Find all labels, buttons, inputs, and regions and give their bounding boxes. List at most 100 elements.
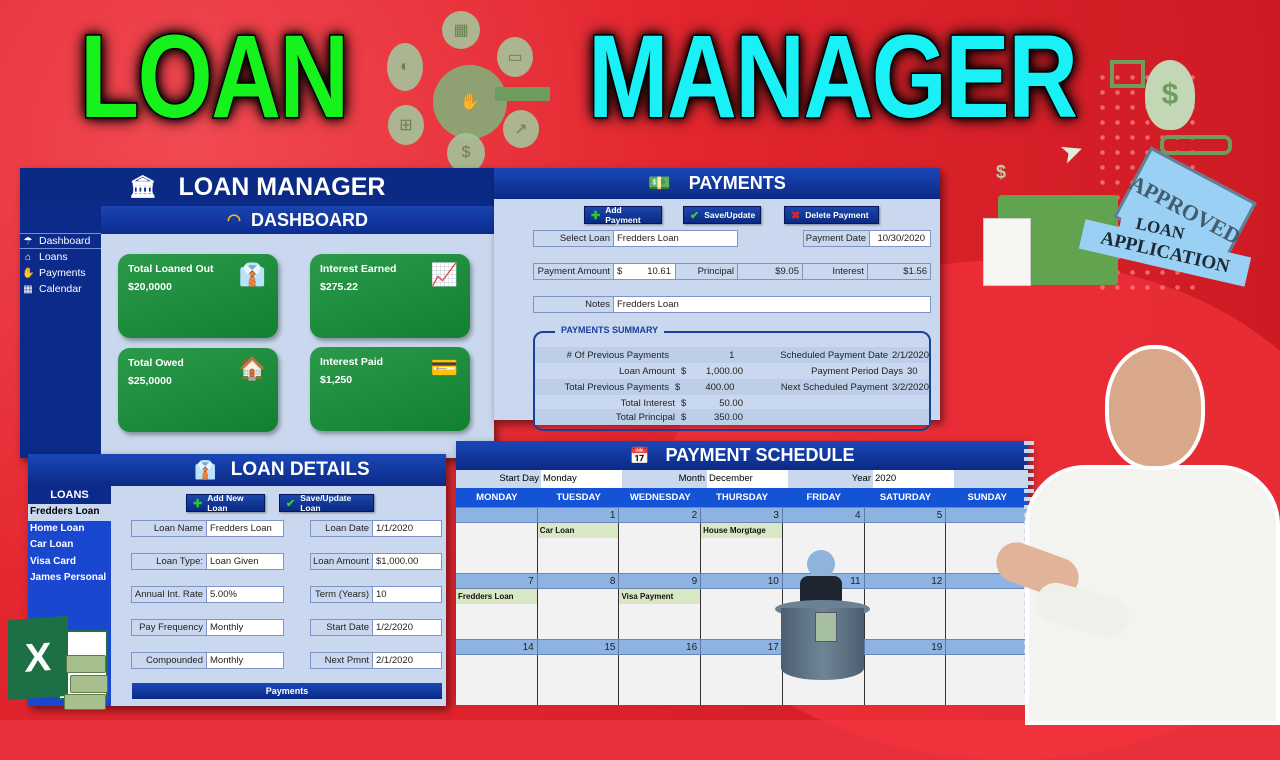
day-cell[interactable]	[864, 589, 947, 639]
loan-list-item[interactable]: James Personal	[28, 570, 111, 587]
field-value[interactable]: $1,000.00	[373, 554, 441, 569]
summary-label: Total Interest	[620, 397, 675, 409]
cash-stack-icon	[66, 655, 106, 673]
field-value[interactable]: Loan Given	[207, 554, 283, 569]
loan-type-field[interactable]: Loan Type: Loan Given	[131, 553, 284, 570]
field-value[interactable]: 5.00%	[207, 587, 283, 602]
payment-amount-input[interactable]: $10.61	[614, 264, 676, 279]
day-number: 1	[538, 508, 620, 522]
month-field[interactable]: Month December	[622, 470, 788, 488]
add-payment-button[interactable]: ✚ Add Payment	[584, 205, 662, 225]
day-cell[interactable]	[864, 655, 947, 705]
nav-calendar[interactable]: ▦ Calendar	[20, 281, 101, 297]
loan-amount-field[interactable]: Loan Amount $1,000.00	[310, 553, 442, 570]
dashboard-header: ◠ DASHBOARD	[101, 206, 494, 234]
day-cell[interactable]	[619, 523, 702, 573]
add-new-loan-button[interactable]: ✚ Add New Loan	[186, 493, 265, 513]
year-field[interactable]: Year 2020	[788, 470, 954, 488]
payments-panel: 💵 PAYMENTS ✚ Add Payment ✔ Save/Update ✖ De…	[494, 168, 940, 431]
app-title: LOAN MANAGER	[178, 172, 386, 201]
field-value[interactable]: Monthly	[207, 653, 283, 668]
card-total-loaned[interactable]: Total Loaned Out $20,0000 👔	[118, 254, 278, 338]
summary-row: Total Previous Payments $400.00 Next Sche…	[535, 379, 929, 395]
notes-field[interactable]: Notes Fredders Loan	[533, 296, 931, 313]
field-label: Notes	[534, 297, 614, 312]
day-cell[interactable]	[456, 655, 538, 705]
house-icon: 🏠	[238, 356, 266, 381]
start-date-field[interactable]: Start Date 1/2/2020	[310, 619, 442, 636]
button-label: Add New Loan	[207, 493, 244, 513]
save-update-button[interactable]: ✔ Save/Update	[683, 206, 761, 224]
payment-amount-row: Payment Amount $10.61 Principal $9.05 In…	[533, 263, 931, 280]
field-label: Compounded	[132, 653, 207, 668]
save-update-loan-button[interactable]: ✔ Save/Update Loan	[279, 493, 374, 513]
card-interest-earned[interactable]: Interest Earned $275.22 📈	[310, 254, 470, 338]
select-loan-value[interactable]: Fredders Loan	[614, 231, 737, 246]
calendar-icon: 📅	[629, 447, 650, 465]
loan-list-item[interactable]: Car Loan	[28, 537, 111, 554]
payment-event[interactable]: Visa Payment	[619, 589, 701, 604]
day-cell[interactable]	[864, 523, 947, 573]
day-cell[interactable]: House Morgtage	[701, 523, 783, 573]
day-cell[interactable]	[456, 523, 538, 573]
compounded-field[interactable]: Compounded Monthly	[131, 652, 284, 669]
check-icon: ✔	[690, 209, 700, 222]
field-value[interactable]: 1/1/2020	[373, 521, 441, 536]
payment-event[interactable]: Fredders Loan	[456, 589, 537, 604]
loan-list-item[interactable]: Home Loan	[28, 521, 111, 538]
loan-list-item[interactable]: Fredders Loan	[28, 504, 111, 521]
card-interest-paid[interactable]: Interest Paid $1,250 💳	[310, 347, 470, 431]
day-cell[interactable]	[619, 655, 702, 705]
day-cell[interactable]: Visa Payment	[619, 589, 702, 639]
next-payment-field[interactable]: Next Pmnt 2/1/2020	[310, 652, 442, 669]
field-value[interactable]: Fredders Loan	[207, 521, 283, 536]
year-value[interactable]: 2020	[873, 470, 954, 488]
cash-icon: $	[447, 133, 485, 173]
field-value[interactable]: 10	[373, 587, 441, 602]
loan-date-field[interactable]: Loan Date 1/1/2020	[310, 520, 442, 537]
field-label: Start Date	[311, 620, 373, 635]
payment-date-field[interactable]: Payment Date 10/30/2020	[803, 230, 931, 247]
day-cell[interactable]	[537, 655, 620, 705]
nav-label: Loans	[39, 251, 68, 263]
annual-rate-field[interactable]: Annual Int. Rate 5.00%	[131, 586, 284, 603]
loan-list-item[interactable]: Visa Card	[28, 554, 111, 571]
pay-frequency-field[interactable]: Pay Frequency Monthly	[131, 619, 284, 636]
loan-name-field[interactable]: Loan Name Fredders Loan	[131, 520, 284, 537]
day-cell[interactable]	[701, 655, 783, 705]
start-day-value[interactable]: Monday	[541, 470, 622, 488]
payment-amount-value: 10.61	[647, 266, 671, 277]
week-event-row	[456, 655, 1029, 705]
field-value[interactable]: 1/2/2020	[373, 620, 441, 635]
delete-icon: ✖	[791, 209, 801, 222]
term-field[interactable]: Term (Years) 10	[310, 586, 442, 603]
start-day-field[interactable]: Start Day Monday	[456, 470, 622, 488]
day-number: 5	[865, 508, 947, 522]
nav-loans[interactable]: ⌂ Loans	[20, 249, 101, 265]
payment-event[interactable]: Car Loan	[537, 523, 619, 538]
payments-title: PAYMENTS	[688, 173, 786, 193]
field-value[interactable]: 2/1/2020	[373, 653, 441, 668]
nav-dashboard[interactable]: ☂ Dashboard	[20, 233, 101, 249]
summary-currency: $	[681, 365, 687, 377]
payments-summary: PAYMENTS SUMMARY # Of Previous Payments 1…	[533, 325, 931, 431]
day-cell[interactable]: Car Loan	[537, 523, 620, 573]
nav-payments[interactable]: ✋ Payments	[20, 265, 101, 281]
select-loan-field[interactable]: Select Loan Fredders Loan	[533, 230, 738, 247]
day-number: 7	[456, 574, 538, 588]
notes-value[interactable]: Fredders Loan	[614, 297, 930, 312]
day-cell[interactable]	[701, 589, 783, 639]
day-number	[456, 508, 538, 522]
delete-payment-button[interactable]: ✖ Delete Payment	[784, 206, 879, 224]
month-value[interactable]: December	[707, 470, 788, 488]
day-cell[interactable]	[537, 589, 620, 639]
payment-date-value[interactable]: 10/30/2020	[870, 231, 930, 246]
field-value[interactable]: Monthly	[207, 620, 283, 635]
card-total-owed[interactable]: Total Owed $25,0000 🏠	[118, 348, 278, 432]
day-cell[interactable]: Fredders Loan	[456, 589, 538, 639]
excel-logo-icon: X	[8, 615, 68, 701]
title-loan: LOAN	[79, 11, 351, 143]
field-label: Start Day	[456, 470, 541, 488]
payment-event[interactable]: House Morgtage	[701, 523, 782, 538]
check-icon: ✔	[286, 497, 296, 510]
